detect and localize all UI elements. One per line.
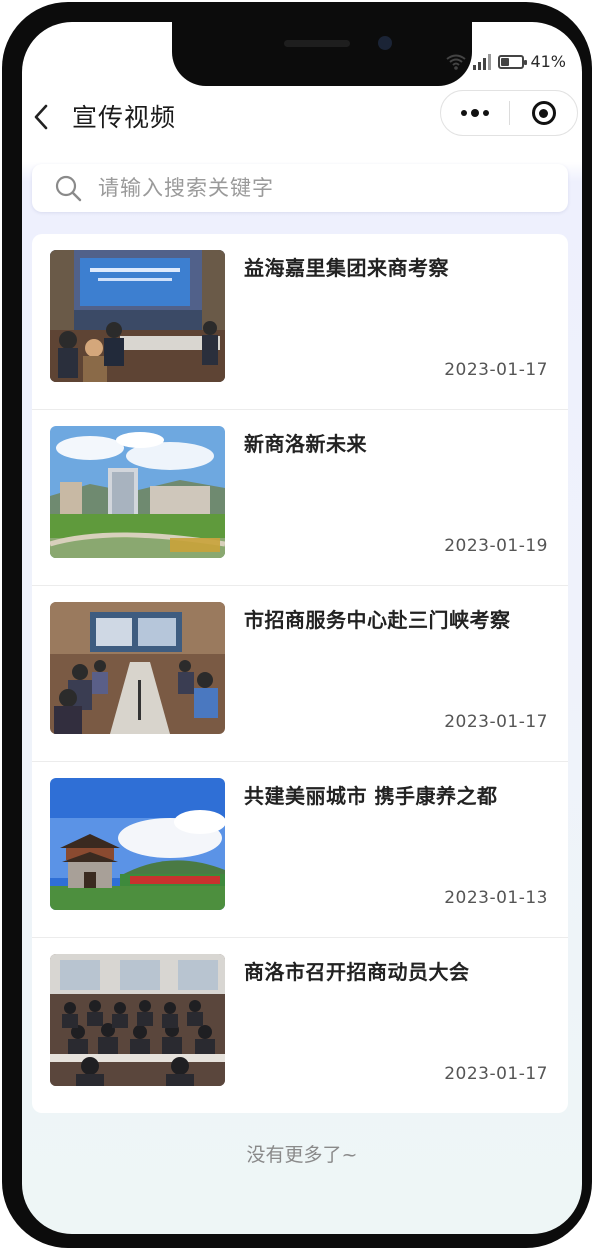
video-date: 2023-01-17 bbox=[444, 712, 548, 732]
video-date: 2023-01-19 bbox=[444, 536, 548, 556]
target-circle-icon bbox=[531, 101, 556, 125]
app-screen: 41% 宣传视频 请输入搜索关键字 益海嘉里集团来商考察 2023-01-17 … bbox=[22, 22, 582, 1234]
list-item[interactable]: 共建美丽城市 携手康养之都 2023-01-13 bbox=[32, 762, 568, 938]
video-title: 益海嘉里集团来商考察 bbox=[244, 256, 449, 280]
video-title: 市招商服务中心赴三门峡考察 bbox=[244, 608, 511, 632]
target-dot bbox=[539, 108, 548, 118]
conference-table-image bbox=[50, 602, 225, 734]
front-camera bbox=[378, 36, 392, 50]
no-more-indicator: 没有更多了~ bbox=[246, 1144, 358, 1166]
meeting-room-image bbox=[50, 250, 225, 382]
list-item[interactable]: 新商洛新未来 2023-01-19 bbox=[32, 410, 568, 586]
video-thumbnail bbox=[50, 602, 225, 734]
battery-level bbox=[501, 57, 510, 66]
page-title: 宣传视频 bbox=[72, 103, 177, 132]
more-dot-right bbox=[483, 110, 489, 116]
speaker-grille bbox=[284, 40, 350, 47]
chevron-left-icon bbox=[34, 104, 48, 130]
list-item[interactable]: 商洛市召开招商动员大会 2023-01-17 bbox=[32, 938, 568, 1113]
more-dots-icon bbox=[461, 110, 467, 116]
video-thumbnail bbox=[50, 954, 225, 1086]
search-icon bbox=[55, 175, 82, 202]
video-thumbnail bbox=[50, 426, 225, 558]
navigation-bar: 宣传视频 bbox=[22, 86, 582, 146]
wifi-icon bbox=[446, 54, 467, 70]
video-date: 2023-01-13 bbox=[444, 888, 548, 908]
notch bbox=[172, 22, 472, 86]
close-mini-program-button[interactable] bbox=[510, 91, 577, 135]
battery-percent: 41% bbox=[530, 52, 566, 71]
back-button[interactable] bbox=[28, 102, 56, 132]
mini-program-capsule bbox=[440, 90, 578, 136]
video-thumbnail bbox=[50, 250, 225, 382]
video-title: 新商洛新未来 bbox=[244, 432, 367, 456]
status-bar: 41% bbox=[446, 52, 566, 71]
search-bar[interactable] bbox=[32, 164, 568, 212]
city-skyline-image bbox=[50, 426, 225, 558]
signal-icon bbox=[473, 53, 492, 70]
video-date: 2023-01-17 bbox=[444, 1064, 548, 1084]
more-dot-center bbox=[471, 109, 479, 117]
battery-icon bbox=[498, 54, 528, 69]
auditorium-meeting-image bbox=[50, 954, 225, 1086]
city-gate-tower-image bbox=[50, 778, 225, 910]
video-date: 2023-01-17 bbox=[444, 360, 548, 380]
video-title: 共建美丽城市 携手康养之都 bbox=[244, 784, 498, 808]
phone-frame: 41% 宣传视频 请输入搜索关键字 益海嘉里集团来商考察 2023-01-17 … bbox=[2, 2, 592, 1248]
search-input[interactable] bbox=[96, 175, 520, 201]
video-list: 益海嘉里集团来商考察 2023-01-17 新商洛新未来 2023-01-19 … bbox=[32, 234, 568, 1113]
more-button[interactable] bbox=[441, 91, 509, 135]
list-item[interactable]: 市招商服务中心赴三门峡考察 2023-01-17 bbox=[32, 586, 568, 762]
video-title: 商洛市召开招商动员大会 bbox=[244, 960, 470, 984]
video-thumbnail bbox=[50, 778, 225, 910]
list-item[interactable]: 益海嘉里集团来商考察 2023-01-17 bbox=[32, 234, 568, 410]
